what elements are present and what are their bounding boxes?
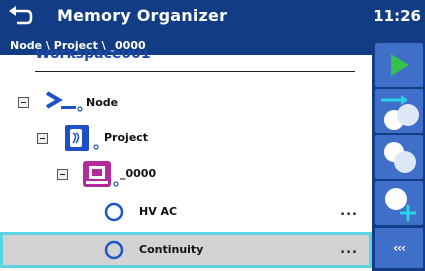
memory-tree: Node Project _0000 HV AC ... Continuity … <box>0 76 372 271</box>
structure-icon <box>80 159 124 189</box>
measurement-circle-icon <box>104 202 124 222</box>
move-arrow-icon <box>381 95 419 130</box>
tree-item-label: HV AC <box>139 205 178 218</box>
tree-item-label: Node <box>86 96 119 109</box>
action-sidebar: ‹‹‹ <box>372 33 425 271</box>
clock: 11:26 <box>373 7 421 25</box>
collapse-toggle-icon[interactable] <box>37 133 48 144</box>
title-bar: Memory Organizer 11:26 <box>0 0 425 33</box>
tree-item-node[interactable]: Node <box>0 84 372 121</box>
node-icon <box>45 90 83 114</box>
tree-item-structure[interactable]: _0000 <box>0 156 372 193</box>
tree-item-measurement[interactable]: HV AC ... <box>0 194 372 231</box>
tree-item-label: Continuity <box>139 243 204 256</box>
measurement-circle-icon <box>104 240 124 260</box>
collapse-sidebar-button[interactable]: ‹‹‹ <box>375 228 423 268</box>
collapse-toggle-icon[interactable] <box>57 169 68 180</box>
clone-button[interactable] <box>375 135 423 179</box>
tree-item-label: Project <box>104 131 149 144</box>
add-button[interactable] <box>375 181 423 225</box>
move-button[interactable] <box>375 89 423 133</box>
more-options-button[interactable]: ... <box>340 204 358 219</box>
project-icon <box>62 124 104 152</box>
page-title: Memory Organizer <box>57 6 228 25</box>
add-plus-icon <box>385 188 416 221</box>
play-icon <box>391 54 409 76</box>
workspace-label: Workspace001 <box>35 50 151 62</box>
tree-item-measurement-selected[interactable]: Continuity ... <box>0 232 372 268</box>
tree-item-project[interactable]: Project <box>0 120 372 157</box>
back-arrow-icon[interactable] <box>8 4 34 28</box>
more-options-button[interactable]: ... <box>340 242 358 257</box>
collapse-toggle-icon[interactable] <box>18 97 29 108</box>
workspace-header: Workspace001 <box>35 50 355 72</box>
start-button[interactable] <box>375 43 423 87</box>
clone-icon <box>384 142 416 173</box>
tree-item-label: _0000 <box>120 167 157 180</box>
